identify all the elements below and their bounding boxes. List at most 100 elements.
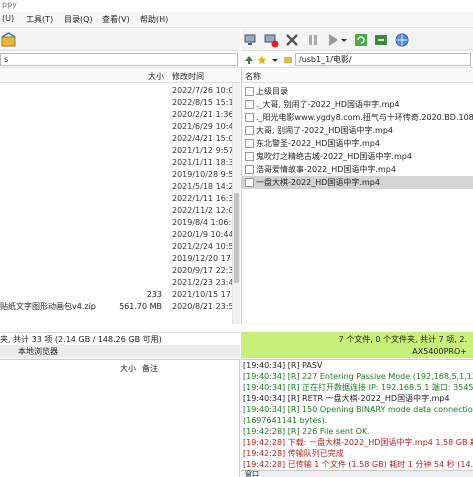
delete-icon[interactable] bbox=[263, 32, 279, 48]
table-row[interactable]: 2022/8/15 15:1 bbox=[0, 97, 234, 109]
bottom-tab[interactable]: 窗口 bbox=[241, 470, 473, 477]
file-modified: 2020/8/21 23:5 bbox=[172, 302, 234, 311]
list-item[interactable]: 一盘大棋-2022_HD国语中字.mp4 bbox=[242, 176, 473, 189]
table-row[interactable]: 2022/7/26 10:0 bbox=[0, 85, 234, 97]
folder-icon bbox=[284, 57, 292, 63]
file-icon bbox=[245, 152, 254, 161]
file-modified: 2019/10/28 9:5 bbox=[172, 170, 234, 179]
menu-item-help[interactable]: 帮助(H) bbox=[140, 14, 168, 25]
table-row[interactable]: 233 2021/10/15 17: bbox=[0, 289, 234, 301]
local-scrollbar[interactable] bbox=[232, 83, 240, 324]
column-header-modified[interactable]: 修改时间 bbox=[172, 71, 204, 82]
menu-item-tools[interactable]: 工具(T) bbox=[26, 14, 53, 25]
file-modified: 2019/12/20 17 bbox=[172, 254, 231, 263]
file-icon bbox=[245, 113, 254, 122]
file-modified: 2022/1/11 16:3 bbox=[172, 194, 234, 203]
remote-site-name[interactable]: AX5400PRO+ bbox=[412, 347, 467, 356]
table-row[interactable]: 2021/5/18 14:2 bbox=[0, 181, 234, 193]
list-item[interactable]: 东北警圣-2022_HD国语中字.mp4 bbox=[242, 137, 473, 150]
file-modified: 2021/2/24 10:5 bbox=[172, 242, 234, 251]
file-icon bbox=[245, 139, 254, 148]
table-row[interactable]: 2022/4/21 15:0 bbox=[0, 133, 234, 145]
file-name: 鬼吹灯之精绝古城-2022_HD国语中字.mp4 bbox=[256, 152, 412, 161]
log-line: [19:40:34] [R] RETR 一盘大棋-2022_HD国语中字.mp4 bbox=[243, 394, 450, 403]
table-row[interactable]: 2022/11/2 12:0 bbox=[0, 205, 234, 217]
log-line: [19:40:34] [R] PASV bbox=[243, 361, 323, 370]
refresh-icon[interactable] bbox=[353, 32, 369, 48]
parent-folder-icon[interactable] bbox=[244, 55, 254, 65]
file-modified: 2019/8/4 1:06: bbox=[172, 218, 232, 227]
file-modified: 2021/5/18 14:2 bbox=[172, 182, 234, 191]
table-row[interactable]: 2022/1/11 16:3 bbox=[0, 193, 234, 205]
table-row[interactable]: 2021/2/23 23:4 bbox=[0, 277, 234, 289]
file-modified: 2022/8/15 15:1 bbox=[172, 98, 234, 107]
column-header-name[interactable]: 名称 bbox=[245, 71, 261, 82]
queue-header-note[interactable]: 备注 bbox=[142, 363, 158, 374]
file-icon bbox=[245, 126, 254, 135]
sync-icon[interactable] bbox=[373, 32, 389, 48]
file-modified: 2022/4/21 15:0 bbox=[172, 134, 234, 143]
queue-header-size[interactable]: 大小 bbox=[120, 363, 136, 374]
disconnect-icon[interactable] bbox=[243, 32, 259, 48]
local-path-bar: s bbox=[0, 52, 240, 68]
file-modified: 2021/1/12 9:57 bbox=[172, 146, 234, 155]
list-item[interactable]: 浩哥爱情故事-2022_HD国语中字.mp4 bbox=[242, 163, 473, 176]
table-row[interactable]: 2021/1/11 18:3 bbox=[0, 157, 234, 169]
transfer-queue: 大小 备注 bbox=[0, 359, 240, 477]
log-line: [19:42:28] [R] 226 File sent OK. bbox=[243, 427, 370, 436]
globe-icon[interactable] bbox=[394, 32, 410, 48]
remote-path-bar: /usb1_1/电影/ bbox=[241, 52, 473, 68]
local-scroll-thumb[interactable] bbox=[234, 193, 239, 283]
list-item[interactable]: ._大哥, 别闹了-2022_HD国语中字.mp4 bbox=[242, 98, 473, 111]
table-row[interactable]: 贴纸文字图形动画包v4.zip 561.70 MB 2020/8/21 23:5 bbox=[0, 301, 234, 313]
file-name: 上级目录 bbox=[256, 87, 288, 96]
play-icon[interactable] bbox=[325, 32, 341, 48]
bookmark-star-icon[interactable] bbox=[257, 55, 267, 65]
file-name: 贴纸文字图形动画包v4.zip bbox=[0, 302, 96, 311]
table-row[interactable]: 2019/8/4 1:06: bbox=[0, 217, 232, 229]
remote-status: 7 个文件, 0 个文件夹, 共计 7 项, 2. AX5400PRO+ bbox=[241, 332, 473, 358]
file-name: 大哥, 别闹了-2022_HD国语中字.mp4 bbox=[256, 126, 394, 135]
menu-item-directory[interactable]: 目录(Q) bbox=[64, 14, 93, 25]
file-name: 一盘大棋-2022_HD国语中字.mp4 bbox=[256, 178, 380, 187]
table-row[interactable]: 2020/1/9 10:44 bbox=[0, 229, 234, 241]
table-row[interactable]: 2021/6/29 10:4 bbox=[0, 121, 234, 133]
file-modified: 2022/11/2 12:0 bbox=[172, 206, 234, 215]
dropdown-icon[interactable] bbox=[340, 32, 348, 48]
home-folder-icon[interactable] bbox=[1, 32, 17, 48]
file-modified: 2020/2/21 1:36 bbox=[172, 110, 234, 119]
file-modified: 2021/6/29 10:4 bbox=[172, 122, 234, 131]
table-row[interactable]: 2021/2/24 10:5 bbox=[0, 241, 234, 253]
table-row[interactable]: 2019/12/20 17 bbox=[0, 253, 232, 265]
file-name: ._阳光电影www.ygdy8.com.扭气与十环传奇.2020.BD.1080… bbox=[256, 113, 473, 122]
table-row[interactable]: 2021/1/12 9:57 bbox=[0, 145, 234, 157]
log-line: [19:40:34] [R] 正在打开数据连接 IP: 192.168.5.1 … bbox=[243, 383, 473, 392]
list-item[interactable]: 鬼吹灯之精绝古城-2022_HD国语中字.mp4 bbox=[242, 150, 473, 163]
file-icon bbox=[245, 100, 254, 109]
pause-icon[interactable] bbox=[305, 32, 321, 48]
remote-toolbar bbox=[241, 29, 473, 51]
table-row[interactable]: 2020/2/21 1:36 bbox=[0, 109, 234, 121]
remote-header: 名称 bbox=[242, 69, 473, 83]
file-icon bbox=[245, 178, 254, 187]
list-item[interactable]: 大哥, 别闹了-2022_HD国语中字.mp4 bbox=[242, 124, 473, 137]
close-icon[interactable] bbox=[284, 32, 300, 48]
local-path-input[interactable]: s bbox=[0, 53, 238, 66]
table-row[interactable]: 2020/9/17 22:3 bbox=[0, 265, 234, 277]
local-file-pane: 大小 修改时间 2022/7/26 10:0 2022/8/15 15:1 2020… bbox=[0, 69, 240, 324]
column-header-size[interactable]: 大小 bbox=[148, 71, 164, 82]
list-item[interactable]: ._阳光电影www.ygdy8.com.扭气与十环传奇.2020.BD.1080… bbox=[242, 111, 473, 124]
menu-item-u[interactable]: (U) bbox=[2, 14, 14, 23]
log-line: (1697641141 bytes). bbox=[243, 416, 328, 425]
file-modified: 2022/7/26 10:0 bbox=[172, 86, 234, 95]
list-item[interactable]: 上级目录 bbox=[242, 85, 473, 98]
remote-path-input[interactable]: /usb1_1/电影/ bbox=[295, 53, 471, 66]
table-row[interactable]: 2019/10/28 9:5 bbox=[0, 169, 234, 181]
dropdown-icon[interactable] bbox=[270, 55, 280, 65]
file-size: 233 bbox=[146, 290, 162, 299]
log-line: [19:42:28] 传输队列已完成 bbox=[243, 449, 344, 458]
log-line: [19:40:34] [R] 150 Opening BINARY mode d… bbox=[243, 405, 473, 414]
remote-status-summary: 7 个文件, 0 个文件夹, 共计 7 项, 2. bbox=[338, 335, 467, 344]
menu-item-view[interactable]: 查看(V) bbox=[102, 14, 130, 25]
file-modified: 2021/10/15 17: bbox=[172, 290, 234, 299]
